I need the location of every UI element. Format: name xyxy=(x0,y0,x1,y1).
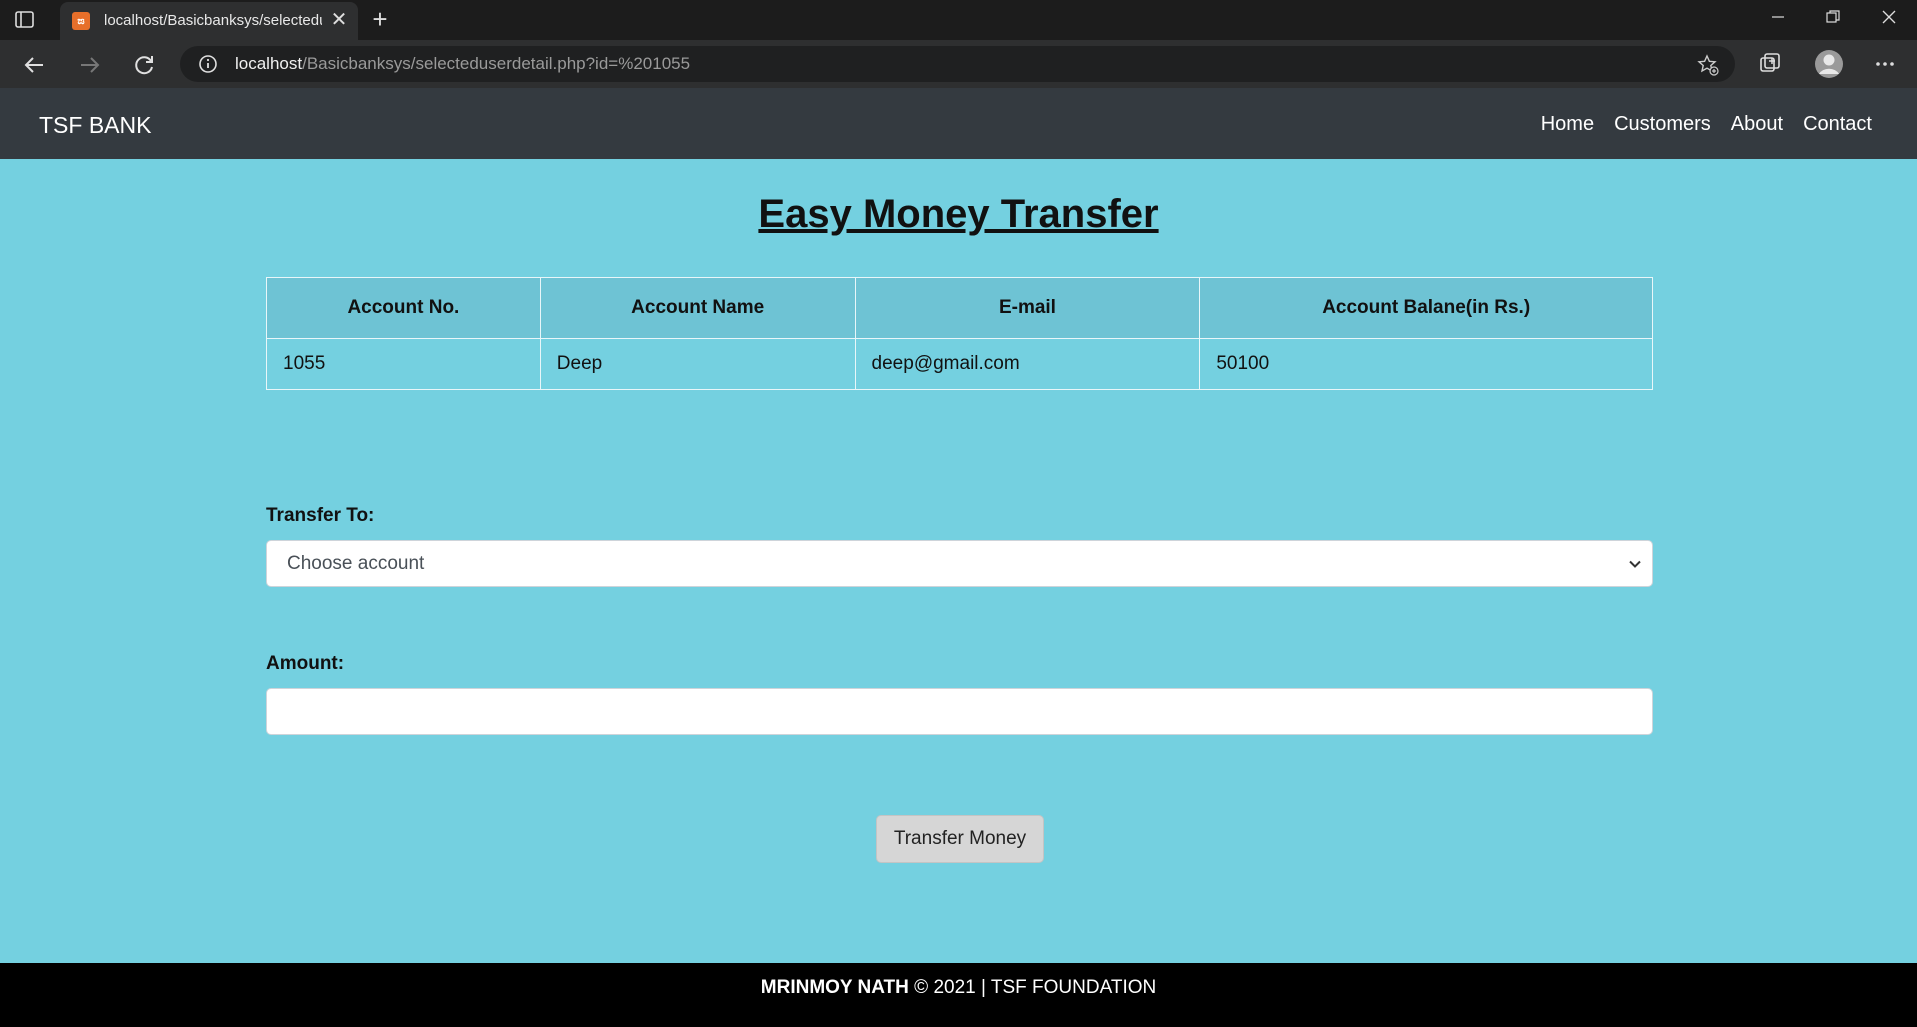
restore-icon[interactable] xyxy=(1810,5,1856,35)
footer-separator: | xyxy=(981,977,986,998)
reload-icon[interactable] xyxy=(130,51,158,79)
minimize-icon[interactable] xyxy=(1755,5,1801,35)
amount-label: Amount: xyxy=(266,653,345,674)
browser-tab[interactable]: ಙ localhost/Basicbanksys/selecteduserdet… xyxy=(60,2,358,40)
nav-links: Home Customers About Contact xyxy=(1541,113,1872,136)
table-row: 1055 Deep deep@gmail.com 50100 xyxy=(266,338,1653,390)
profile-icon[interactable] xyxy=(1814,49,1844,79)
table-header-row: Account No. Account Name E-mail Account … xyxy=(266,277,1653,339)
nav-contact[interactable]: Contact xyxy=(1803,113,1872,136)
nav-customers[interactable]: Customers xyxy=(1614,113,1711,136)
collections-icon[interactable] xyxy=(1757,51,1783,77)
forward-arrow-icon[interactable] xyxy=(75,51,103,79)
browser-toolbar: localhost/Basicbanksys/selecteduserdetai… xyxy=(0,40,1917,88)
browser-tab-bar: ಙ localhost/Basicbanksys/selecteduserdet… xyxy=(0,0,1917,40)
header-account-name: Account Name xyxy=(539,277,856,339)
page-title: Easy Money Transfer xyxy=(758,192,1159,236)
nav-about[interactable]: About xyxy=(1731,113,1783,136)
site-info-icon[interactable] xyxy=(198,54,218,74)
new-tab-icon[interactable]: + xyxy=(366,6,394,34)
footer-author: MRINMOY NATH xyxy=(760,977,909,998)
chevron-down-icon xyxy=(1628,557,1642,571)
url-path: /Basicbanksys/selecteduserdetail.php?id=… xyxy=(302,54,691,73)
transfer-to-select[interactable]: Choose account xyxy=(266,540,1653,587)
address-bar[interactable]: localhost/Basicbanksys/selecteduserdetai… xyxy=(180,46,1735,82)
cell-account-no: 1055 xyxy=(266,338,541,390)
cell-email: deep@gmail.com xyxy=(854,338,1201,390)
transfer-to-label: Transfer To: xyxy=(266,505,375,526)
header-email: E-mail xyxy=(854,277,1201,339)
brand-logo[interactable]: TSF BANK xyxy=(39,112,151,139)
close-tab-icon[interactable]: ✕ xyxy=(330,10,348,31)
nav-home[interactable]: Home xyxy=(1541,113,1594,136)
transfer-money-button[interactable]: Transfer Money xyxy=(876,815,1044,863)
close-window-icon[interactable] xyxy=(1866,5,1912,35)
page-title-wrap: Easy Money Transfer xyxy=(0,192,1917,237)
header-balance: Account Balane(in Rs.) xyxy=(1199,277,1653,339)
cell-balance: 50100 xyxy=(1199,338,1653,390)
header-account-no: Account No. xyxy=(266,277,541,339)
tab-title: localhost/Basicbanksys/selecteduserdetai… xyxy=(104,12,322,29)
add-favorite-icon[interactable] xyxy=(1697,54,1719,76)
sidebar-toggle-icon[interactable] xyxy=(14,9,36,31)
url-text: localhost/Basicbanksys/selecteduserdetai… xyxy=(235,54,690,74)
more-menu-icon[interactable] xyxy=(1872,51,1898,77)
footer: MRINMOY NATH © 2021 | TSF FOUNDATION xyxy=(0,963,1917,1027)
cell-account-name: Deep xyxy=(539,338,856,390)
select-value: Choose account xyxy=(287,553,425,574)
xampp-favicon-icon: ಙ xyxy=(72,12,90,30)
amount-input[interactable] xyxy=(266,688,1653,735)
url-host: localhost xyxy=(235,54,303,73)
site-navbar: TSF BANK Home Customers About Contact xyxy=(0,88,1917,159)
footer-copyright: © 2021 xyxy=(914,977,976,998)
footer-org: TSF FOUNDATION xyxy=(990,977,1157,998)
account-table: Account No. Account Name E-mail Account … xyxy=(266,277,1653,390)
back-arrow-icon[interactable] xyxy=(21,51,49,79)
